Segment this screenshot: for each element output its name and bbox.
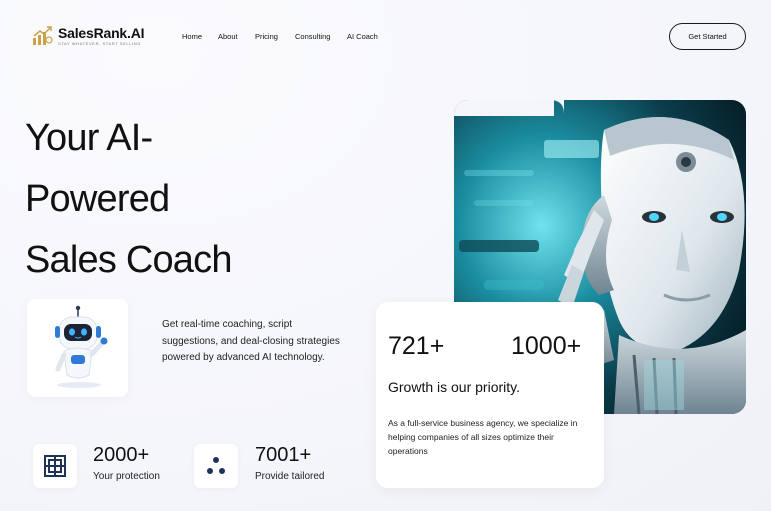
brand-logo[interactable]: SalesRank.AI STAY WHATEVER, START SELLIN… xyxy=(32,25,145,46)
hero-title: Your AI- Powered Sales Coach xyxy=(25,108,232,291)
nav-ai-coach[interactable]: AI Coach xyxy=(347,32,378,41)
dots-icon xyxy=(194,444,238,488)
stats-description: As a full-service business agency, we sp… xyxy=(388,418,578,456)
brand-tagline: STAY WHATEVER, START SELLING xyxy=(58,41,141,46)
stat-value-1: 721+ xyxy=(388,332,445,360)
hero-title-line-1: Your AI- xyxy=(25,117,153,159)
robot-mascot-icon xyxy=(55,305,108,388)
stats-card: 721+ 1000+ Growth is our priority. As a … xyxy=(376,302,604,488)
landing-page: SalesRank.AI STAY WHATEVER, START SELLIN… xyxy=(0,0,771,511)
growth-headline: Growth is our priority. xyxy=(388,379,520,395)
brand-name: SalesRank.AI xyxy=(58,25,145,41)
feature-value-1: 2000+ xyxy=(93,444,150,466)
hero-description: Get real-time coaching, script suggestio… xyxy=(162,319,340,363)
layout-icon xyxy=(33,444,77,488)
hero-title-line-2: Powered xyxy=(25,178,170,220)
nav-about[interactable]: About xyxy=(218,32,238,41)
feature-label-2: Provide tailored xyxy=(255,471,325,482)
feature-label-1: Your protection xyxy=(93,471,160,482)
nav-consulting[interactable]: Consulting xyxy=(295,32,330,41)
nav-pricing[interactable]: Pricing xyxy=(255,32,278,41)
nav-home[interactable]: Home xyxy=(182,32,202,41)
logo-mark-icon xyxy=(32,26,54,46)
feature-value-2: 7001+ xyxy=(255,444,312,466)
stat-value-2: 1000+ xyxy=(511,332,582,360)
get-started-button[interactable]: Get Started xyxy=(669,23,746,50)
hero-title-line-3: Sales Coach xyxy=(25,239,232,281)
robot-mascot-card xyxy=(27,299,128,397)
